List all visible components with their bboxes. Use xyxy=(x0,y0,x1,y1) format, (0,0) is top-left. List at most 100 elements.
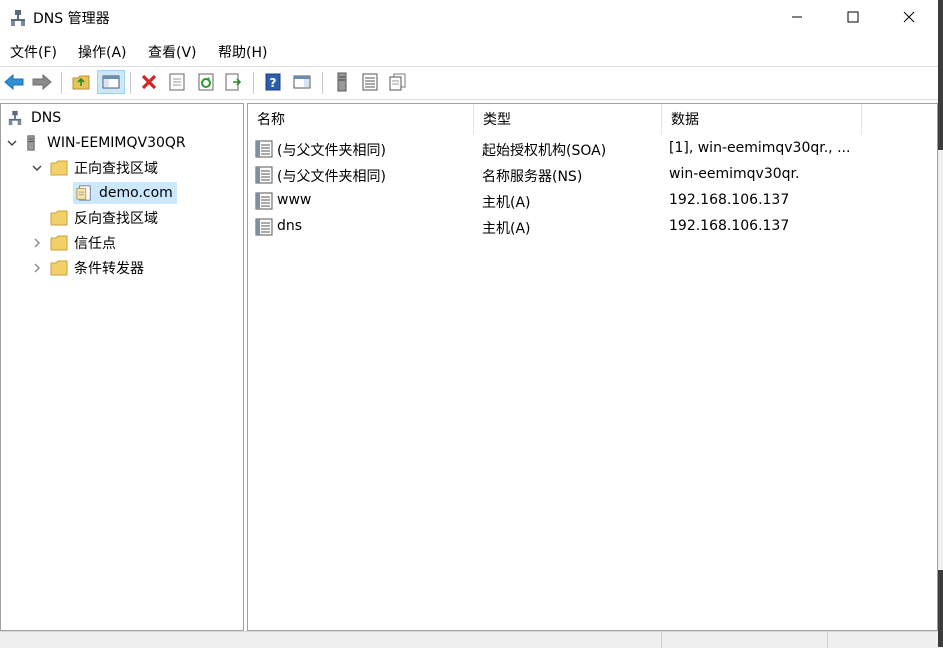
chevron-down-icon[interactable] xyxy=(30,161,44,175)
record-data: [1], win-eemimqv30qr., ... xyxy=(669,140,851,156)
tree-node-conditional-forwarders[interactable]: 条件转发器 xyxy=(30,257,144,279)
toolbar-separator xyxy=(253,72,254,94)
chevron-right-icon[interactable] xyxy=(30,236,44,250)
show-hide-action-pane-button[interactable] xyxy=(291,71,313,93)
tree-node-demo-zone[interactable]: demo.com xyxy=(73,182,177,204)
minimize-button[interactable] xyxy=(774,0,820,34)
table-row[interactable]: (与父文件夹相同) 起始授权机构(SOA) [1], win-eemimqv30… xyxy=(248,137,937,161)
menu-file[interactable]: 文件(F) xyxy=(10,42,57,62)
back-button[interactable] xyxy=(3,71,25,93)
refresh-icon xyxy=(198,73,214,91)
record-data: 192.168.106.137 xyxy=(669,192,790,208)
column-header-type-label: 类型 xyxy=(483,112,511,128)
menu-help[interactable]: 帮助(H) xyxy=(218,42,267,62)
record-list-icon xyxy=(362,73,378,91)
server-icon xyxy=(27,135,35,151)
arrow-right-icon xyxy=(32,74,52,90)
properties-icon xyxy=(169,73,185,91)
tree-label-forward-zone: 正向查找区域 xyxy=(74,161,158,177)
tree-node-trust-points[interactable]: 信任点 xyxy=(30,232,116,254)
menu-action[interactable]: 操作(A) xyxy=(78,42,127,62)
tree-label-server: WIN-EEMIMQV30QR xyxy=(47,135,186,151)
status-segment xyxy=(827,632,938,648)
record-list-button[interactable] xyxy=(359,71,381,93)
export-list-button[interactable] xyxy=(223,71,245,93)
column-header-name-label: 名称 xyxy=(257,112,285,128)
folder-icon xyxy=(50,260,68,276)
toolbar-separator xyxy=(61,72,62,94)
tree-label-conditional-forwarders: 条件转发器 xyxy=(74,261,144,277)
refresh-button[interactable] xyxy=(195,71,217,93)
copy-icon xyxy=(389,73,406,91)
show-hide-tree-button[interactable] xyxy=(97,70,125,94)
console-tree-pane: DNS WIN-EEMIMQV30QR 正向查找区域 demo.com 反向查找… xyxy=(0,103,244,631)
window-edge xyxy=(938,150,943,570)
tree-label-reverse-zone: 反向查找区域 xyxy=(74,211,158,227)
column-header-data-label: 数据 xyxy=(671,112,699,128)
help-icon: ? xyxy=(265,73,281,91)
forward-button[interactable] xyxy=(31,71,53,93)
toolbar: ? xyxy=(0,66,938,100)
folder-up-icon xyxy=(72,75,90,90)
column-header-data[interactable]: 数据 xyxy=(662,104,862,134)
console-tree-icon xyxy=(102,75,120,89)
folder-icon xyxy=(50,210,68,226)
server-button[interactable] xyxy=(331,71,353,93)
record-name: (与父文件夹相同) xyxy=(277,169,386,185)
table-row[interactable]: dns 主机(A) 192.168.106.137 xyxy=(248,215,937,239)
close-icon xyxy=(903,11,915,23)
dns-record-icon xyxy=(255,166,273,184)
table-row[interactable]: www 主机(A) 192.168.106.137 xyxy=(248,189,937,213)
svg-text:?: ? xyxy=(270,76,277,90)
column-header-type[interactable]: 类型 xyxy=(474,104,662,134)
properties-button[interactable] xyxy=(166,71,188,93)
title-bar: DNS 管理器 xyxy=(0,0,938,36)
server-icon xyxy=(337,72,347,92)
minimize-icon xyxy=(792,16,802,18)
delete-x-icon xyxy=(141,74,157,90)
menu-bar: 文件(F) 操作(A) 查看(V) 帮助(H) xyxy=(0,38,938,64)
record-type: 主机(A) xyxy=(482,195,531,211)
maximize-icon xyxy=(847,11,859,23)
maximize-button[interactable] xyxy=(830,0,876,34)
tree-node-reverse-zone[interactable]: 反向查找区域 xyxy=(50,207,158,229)
up-folder-button[interactable] xyxy=(70,71,92,93)
folder-icon xyxy=(50,160,68,176)
toolbar-separator xyxy=(322,72,323,94)
record-name: (与父文件夹相同) xyxy=(277,143,386,159)
arrow-left-icon xyxy=(4,74,24,90)
tree-node-forward-zone[interactable]: 正向查找区域 xyxy=(30,157,158,179)
delete-button[interactable] xyxy=(138,71,160,93)
folder-icon xyxy=(50,235,68,251)
status-segment xyxy=(661,632,828,648)
chevron-right-icon[interactable] xyxy=(30,261,44,275)
dns-record-icon xyxy=(255,140,273,158)
zone-file-icon xyxy=(76,185,91,201)
record-type: 主机(A) xyxy=(482,221,531,237)
copy-button[interactable] xyxy=(387,71,409,93)
record-data: 192.168.106.137 xyxy=(669,218,790,234)
record-name: www xyxy=(277,192,312,208)
tree-label-dns: DNS xyxy=(31,110,62,126)
tree-label-trust-points: 信任点 xyxy=(74,236,116,252)
action-pane-icon xyxy=(293,75,311,89)
tree-node-server[interactable]: WIN-EEMIMQV30QR xyxy=(5,132,186,154)
record-data: win-eemimqv30qr. xyxy=(669,166,800,182)
chevron-down-icon[interactable] xyxy=(5,136,19,150)
record-type: 起始授权机构(SOA) xyxy=(482,143,607,159)
window-title: DNS 管理器 xyxy=(33,11,110,27)
table-row[interactable]: (与父文件夹相同) 名称服务器(NS) win-eemimqv30qr. xyxy=(248,163,937,187)
export-icon xyxy=(225,73,242,91)
dns-root-icon xyxy=(8,110,22,126)
dns-record-icon xyxy=(255,218,273,236)
column-header-name[interactable]: 名称 xyxy=(248,104,474,134)
record-name: dns xyxy=(277,218,303,234)
dns-app-icon xyxy=(11,10,25,26)
tree-node-dns[interactable]: DNS xyxy=(7,107,61,129)
close-button[interactable] xyxy=(886,0,932,34)
toolbar-separator xyxy=(130,72,131,94)
record-type: 名称服务器(NS) xyxy=(482,169,583,185)
dns-record-icon xyxy=(255,192,273,210)
menu-view[interactable]: 查看(V) xyxy=(148,42,197,62)
help-button[interactable]: ? xyxy=(262,71,284,93)
